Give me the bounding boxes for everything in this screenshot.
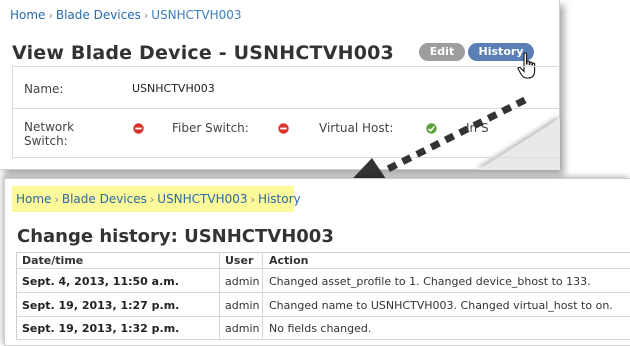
breadcrumb-device-link[interactable]: USNHCTVH003 bbox=[157, 192, 247, 206]
breadcrumb-separator-icon: › bbox=[250, 193, 255, 206]
network-switch-no-icon bbox=[133, 123, 144, 134]
row-datetime: Sept. 19, 2013, 1:27 p.m. bbox=[22, 299, 180, 312]
edit-button[interactable]: Edit bbox=[419, 43, 465, 61]
name-value: USNHCTVH003 bbox=[132, 82, 215, 95]
row-user: admin bbox=[225, 322, 260, 335]
breadcrumb-blade-devices-link[interactable]: Blade Devices bbox=[56, 8, 141, 22]
breadcrumb-top: Home › Blade Devices › USNHCTVH003 bbox=[10, 8, 242, 22]
breadcrumb-separator-icon: › bbox=[48, 9, 53, 22]
fiber-switch-label: Fiber Switch: bbox=[172, 121, 249, 135]
table-header-row: Date/time User Action bbox=[16, 252, 630, 269]
history-title: Change history: USNHCTVH003 bbox=[17, 226, 334, 247]
page-title: View Blade Device - USNHCTVH003 bbox=[12, 42, 394, 64]
breadcrumb-bottom: Home › Blade Devices › USNHCTVH003 › History bbox=[12, 186, 301, 212]
row-user: admin bbox=[225, 299, 260, 312]
row-user: admin bbox=[225, 275, 260, 288]
breadcrumb-history-link[interactable]: History bbox=[258, 192, 301, 206]
breadcrumb-separator-icon: › bbox=[143, 9, 149, 22]
row-action: Changed asset_profile to 1. Changed devi… bbox=[269, 275, 591, 288]
breadcrumb-home-link[interactable]: Home bbox=[10, 8, 45, 22]
network-switch-label: Network Switch: bbox=[24, 120, 75, 148]
breadcrumb-blade-devices-link[interactable]: Blade Devices bbox=[62, 192, 147, 206]
column-header-user: User bbox=[225, 254, 254, 267]
breadcrumb-separator-icon: › bbox=[54, 193, 59, 206]
fiber-switch-no-icon bbox=[278, 123, 289, 134]
row-datetime: Sept. 19, 2013, 1:32 p.m. bbox=[22, 322, 180, 335]
column-header-action: Action bbox=[269, 254, 309, 267]
name-label: Name: bbox=[24, 82, 64, 96]
row-action: Changed name to USNHCTVH003. Changed vir… bbox=[269, 299, 613, 312]
row-datetime: Sept. 4, 2013, 11:50 a.m. bbox=[22, 275, 179, 288]
row-action: No fields changed. bbox=[269, 322, 372, 335]
table-row: Sept. 4, 2013, 11:50 a.m. admin Changed … bbox=[16, 269, 630, 293]
breadcrumb-separator-icon: › bbox=[149, 193, 155, 206]
table-row: Sept. 19, 2013, 1:32 p.m. admin No field… bbox=[16, 317, 630, 340]
column-header-datetime: Date/time bbox=[22, 254, 84, 267]
breadcrumb-home-link[interactable]: Home bbox=[16, 192, 51, 206]
table-row: Sept. 19, 2013, 1:27 p.m. admin Changed … bbox=[16, 293, 630, 317]
breadcrumb-device-link[interactable]: USNHCTVH003 bbox=[151, 8, 241, 22]
